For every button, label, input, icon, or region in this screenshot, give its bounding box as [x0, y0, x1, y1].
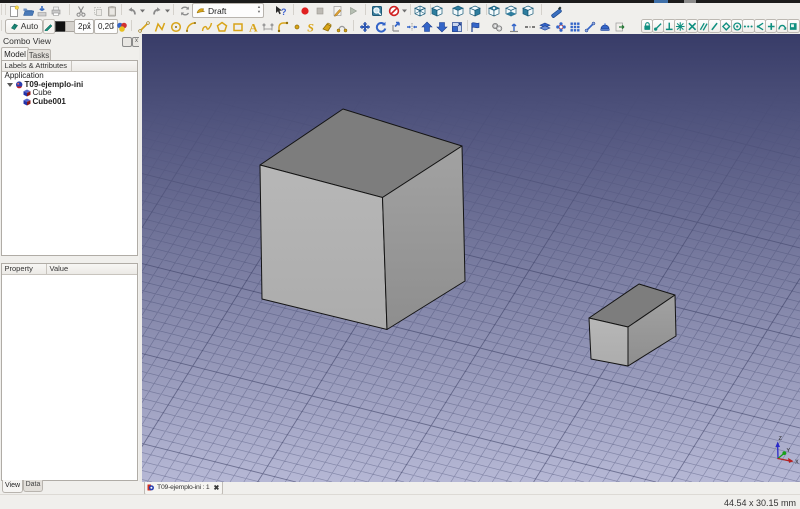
svg-text:?: ? [281, 7, 286, 17]
svg-text:X: X [795, 459, 799, 465]
svg-text:A: A [249, 21, 258, 33]
svg-text:Y: Y [787, 448, 791, 454]
svg-text:S: S [307, 21, 314, 33]
